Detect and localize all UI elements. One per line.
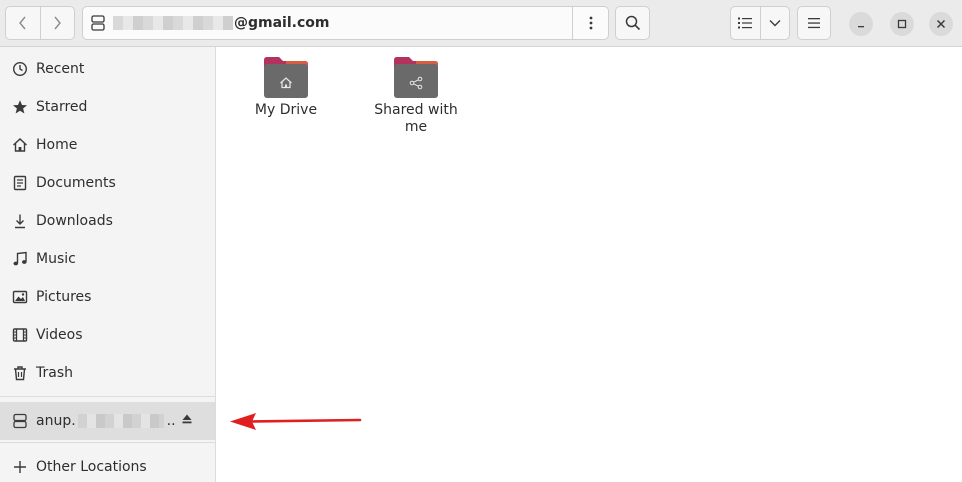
list-view-button[interactable]	[731, 7, 760, 39]
home-icon	[12, 137, 28, 153]
sidebar-item-videos[interactable]: Videos	[0, 316, 215, 354]
sidebar-item-pictures[interactable]: Pictures	[0, 278, 215, 316]
chevron-right-icon	[54, 16, 62, 30]
picture-icon	[12, 289, 28, 305]
back-button[interactable]	[6, 7, 40, 39]
download-icon	[12, 213, 28, 229]
music-icon	[12, 251, 28, 267]
forward-button[interactable]	[39, 7, 75, 39]
search-button[interactable]	[615, 6, 650, 40]
minimize-button[interactable]	[849, 12, 873, 36]
sidebar-item-label: Recent	[36, 61, 85, 77]
sidebar-item-label: Pictures	[36, 289, 92, 305]
minimize-icon	[858, 26, 864, 28]
folder-icon	[394, 57, 438, 98]
trash-icon	[12, 365, 28, 381]
navigation-buttons	[5, 6, 75, 40]
main-menu-button[interactable]	[797, 6, 831, 40]
sidebar-item-label: Music	[36, 251, 76, 267]
folder-icon	[264, 57, 308, 98]
folder-label: Shared with me	[374, 102, 458, 135]
annotation-arrow-icon	[230, 413, 362, 430]
sidebar-separator	[0, 442, 215, 443]
sidebar-item-label: Downloads	[36, 213, 113, 229]
search-icon	[625, 15, 640, 31]
folder-label: My Drive	[254, 102, 318, 118]
chevron-left-icon	[18, 16, 26, 30]
redacted-email	[113, 16, 233, 30]
location-path: @gmail.com	[234, 15, 330, 31]
view-dropdown-button[interactable]	[759, 7, 790, 39]
document-icon	[12, 175, 28, 191]
sidebar-item-mounted-drive[interactable]: anup. ..	[0, 402, 215, 440]
drive-icon	[83, 15, 113, 31]
sidebar-item-home[interactable]: Home	[0, 126, 215, 164]
sidebar-item-music[interactable]: Music	[0, 240, 215, 278]
chevron-down-icon	[769, 20, 781, 27]
sidebar-item-label: Trash	[36, 365, 73, 381]
eject-button[interactable]	[181, 413, 193, 429]
sidebar-item-label: Home	[36, 137, 78, 153]
sidebar-item-starred[interactable]: Starred	[0, 88, 215, 126]
sidebar-item-downloads[interactable]: Downloads	[0, 202, 215, 240]
hamburger-icon	[808, 18, 820, 29]
clock-icon	[12, 61, 28, 77]
sidebar: Recent Starred Home Documents Downloads …	[0, 47, 216, 482]
sidebar-item-documents[interactable]: Documents	[0, 164, 215, 202]
sidebar-item-label: Videos	[36, 327, 83, 343]
sidebar-item-recent[interactable]: Recent	[0, 50, 215, 88]
sidebar-separator	[0, 396, 215, 397]
eject-icon	[182, 414, 192, 424]
sidebar-item-label: Other Locations	[36, 459, 147, 475]
view-options	[730, 6, 790, 40]
maximize-icon	[897, 19, 907, 29]
video-icon	[12, 327, 28, 343]
drive-icon	[12, 413, 28, 429]
sidebar-item-other-locations[interactable]: Other Locations	[0, 448, 215, 482]
star-icon	[12, 99, 28, 115]
location-menu-button[interactable]	[572, 7, 608, 39]
folder-shared-with-me[interactable]: Shared with me	[361, 56, 471, 136]
header-bar: @gmail.com	[0, 0, 962, 47]
sidebar-item-label: Starred	[36, 99, 88, 115]
folder-my-drive[interactable]: My Drive	[231, 56, 341, 119]
close-icon	[936, 19, 946, 29]
close-button[interactable]	[929, 12, 953, 36]
location-bar[interactable]: @gmail.com	[82, 6, 609, 40]
plus-icon	[12, 459, 28, 475]
maximize-button[interactable]	[890, 12, 914, 36]
more-vertical-icon	[589, 16, 592, 30]
mounted-drive-label-suffix: ..	[166, 413, 176, 429]
sidebar-item-label: Documents	[36, 175, 116, 191]
sidebar-item-trash[interactable]: Trash	[0, 354, 215, 392]
redacted-account-name	[77, 414, 164, 428]
list-view-icon	[738, 17, 753, 29]
mounted-drive-label-prefix: anup.	[36, 413, 76, 429]
